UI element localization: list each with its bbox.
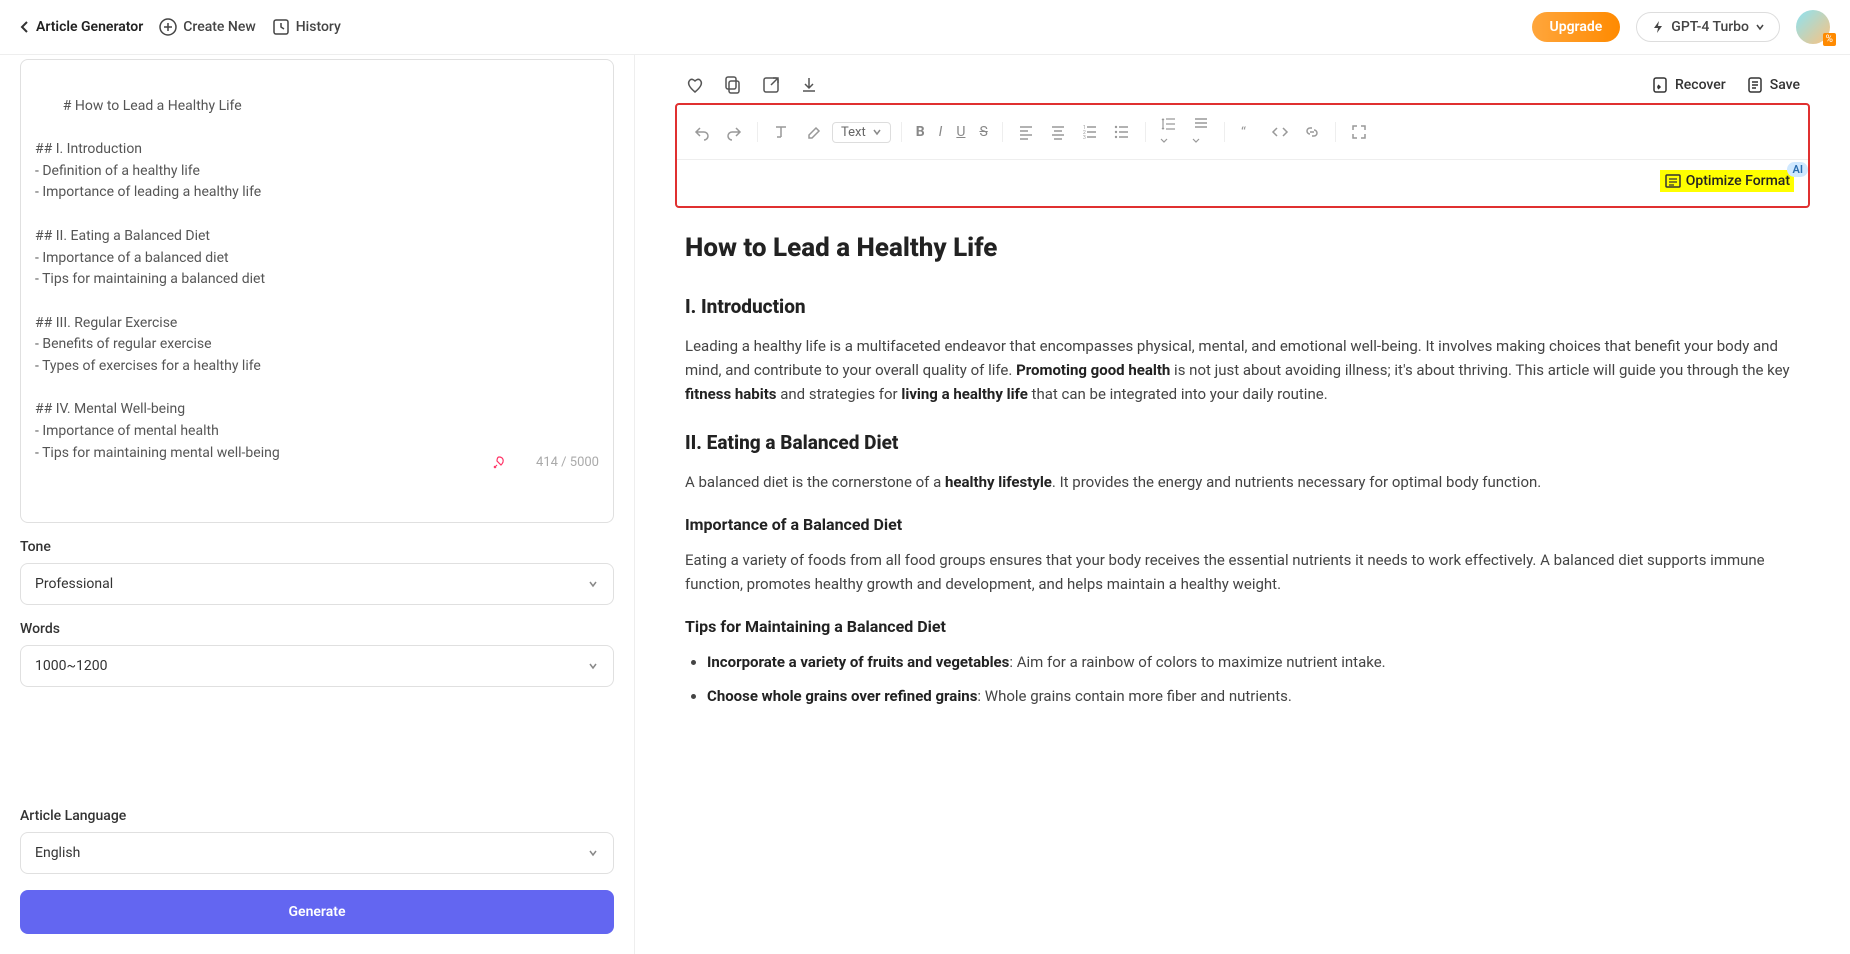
plus-circle-icon [159,18,177,36]
chevron-down-icon [587,578,599,590]
clear-format-button[interactable] [768,121,794,143]
subsection-heading: Importance of a Balanced Diet [685,512,1800,538]
tone-label: Tone [20,539,614,555]
avatar-badge: % [1823,33,1836,46]
italic-button[interactable]: I [935,122,947,142]
lang-label: Article Language [20,808,614,824]
fullscreen-button[interactable] [1346,121,1372,143]
code-button[interactable] [1267,121,1293,143]
tone-select[interactable]: Professional [20,563,614,605]
optimize-format-button[interactable]: Optimize Format AI [1660,170,1794,192]
section-heading: II. Eating a Balanced Diet [685,428,1800,458]
history-icon [272,18,290,36]
format-icon [1664,172,1682,190]
subsection-heading: Tips for Maintaining a Balanced Diet [685,614,1800,640]
bolt-icon [1651,20,1665,34]
share-icon[interactable] [761,75,781,95]
align-center-button[interactable] [1045,121,1071,143]
download-icon[interactable] [799,75,819,95]
svg-text:3: 3 [1083,135,1086,141]
create-new-button[interactable]: Create New [159,18,255,36]
copy-icon[interactable] [723,75,743,95]
eraser-button[interactable] [800,121,826,143]
svg-text:“: “ [1241,125,1246,141]
paragraph: A balanced diet is the cornerstone of a … [685,470,1800,494]
history-button[interactable]: History [272,18,341,36]
bullet-list-button[interactable] [1109,121,1135,143]
heart-icon[interactable] [685,75,705,95]
ordered-list-button[interactable]: 123 [1077,121,1103,143]
save-icon [1746,76,1764,94]
bold-button[interactable]: B [912,122,929,142]
article-title: How to Lead a Healthy Life [685,228,1800,270]
back-button[interactable]: Article Generator [20,19,143,35]
char-count: 414 / 5000 [491,415,599,512]
lang-select[interactable]: English [20,832,614,874]
page-title: Article Generator [36,19,143,35]
ai-badge: AI [1787,162,1808,177]
app-header: Article Generator Create New History Upg… [0,0,1850,55]
chevron-down-icon [872,127,882,137]
recover-icon [1651,76,1669,94]
align-dropdown-button[interactable] [1188,113,1214,151]
section-heading: I. Introduction [685,292,1800,322]
underline-button[interactable]: U [952,122,969,142]
link-button[interactable] [1299,121,1325,143]
words-label: Words [20,621,614,637]
outline-textarea[interactable]: # How to Lead a Healthy Life ## I. Intro… [20,59,614,523]
quote-button[interactable]: “ [1235,121,1261,143]
words-select[interactable]: 1000~1200 [20,645,614,687]
right-panel: Recover Save Text B [635,55,1850,954]
redo-button[interactable] [721,121,747,143]
editor-toolbar-box: Text B I U S 123 “ [675,103,1810,208]
editor-toolbar: Text B I U S 123 “ [677,105,1808,160]
line-height-button[interactable] [1156,113,1182,151]
save-button[interactable]: Save [1746,76,1800,94]
avatar[interactable]: % [1796,10,1830,44]
upgrade-button[interactable]: Upgrade [1532,12,1621,42]
tips-list: Incorporate a variety of fruits and vege… [685,650,1800,708]
chevron-down-icon [587,847,599,859]
text-style-select[interactable]: Text [832,122,891,143]
paragraph: Leading a healthy life is a multifaceted… [685,334,1800,406]
align-left-button[interactable] [1013,121,1039,143]
paragraph: Eating a variety of foods from all food … [685,548,1800,596]
chevron-down-icon [1755,22,1765,32]
recover-button[interactable]: Recover [1651,76,1726,94]
chevron-down-icon [587,660,599,672]
list-item: Incorporate a variety of fruits and vege… [707,650,1800,674]
strike-button[interactable]: S [975,122,991,142]
left-panel: # How to Lead a Healthy Life ## I. Intro… [0,55,635,954]
generate-button[interactable]: Generate [20,890,614,934]
model-selector[interactable]: GPT-4 Turbo [1636,12,1780,42]
article-content[interactable]: How to Lead a Healthy Life I. Introducti… [675,228,1810,708]
rocket-icon [491,415,530,512]
list-item: Choose whole grains over refined grains:… [707,684,1800,708]
chevron-left-icon [20,20,30,34]
undo-button[interactable] [689,121,715,143]
